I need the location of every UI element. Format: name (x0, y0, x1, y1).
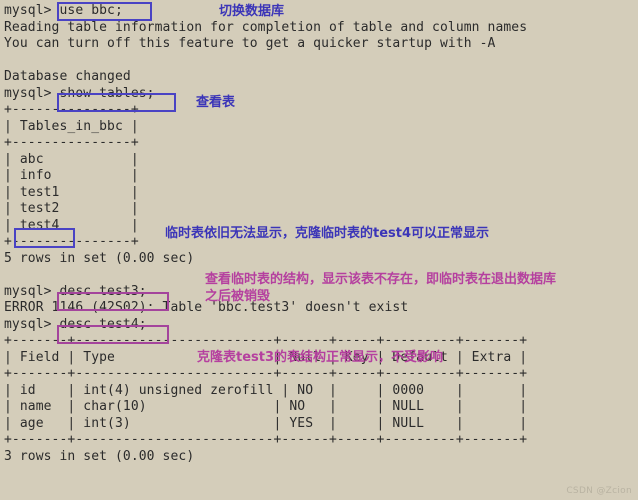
desc-separator-top: +-------+-------------------------+-----… (4, 333, 528, 348)
annotation-temp-table-note: 临时表依旧无法显示，克隆临时表的test4可以正常显示 (165, 226, 490, 241)
table-row: | name | char(10) | NO | | NULL | | (4, 399, 528, 414)
desc-separator-bottom: +-------+-------------------------+-----… (4, 432, 528, 447)
message-reading-info: Reading table information for completion… (4, 19, 528, 35)
table-row: | age | int(3) | YES | | NULL | | (4, 415, 528, 431)
table-row: | id | int(4) unsigned zerofill | NO | |… (4, 382, 528, 398)
annotation-clone-structure-note: 克隆表test3的表结构正常显示，不受影响 (197, 350, 444, 365)
prompt-line-use-bbc: mysql> use bbc; (4, 3, 123, 18)
prompt-line-show-tables: mysql> show tables; (4, 85, 155, 101)
tables-separator-top: +---------------+ (4, 102, 139, 117)
prompt-line-desc-test4: mysql> desc test4; (4, 316, 147, 332)
tables-separator-mid: +---------------+ (4, 135, 139, 150)
table-row: | test2 | (4, 201, 139, 216)
watermark-label: CSDN @Zcion (566, 486, 632, 496)
table-row: | abc | (4, 151, 139, 167)
annotation-temp-structure-note: 查看临时表的结构，显示该表不存在，即临时表在退出数据库 之后被销毁 (205, 272, 557, 304)
tables-header-row: | Tables_in_bbc | (4, 118, 139, 134)
table-row: | info | (4, 168, 139, 183)
annotation-view-tables: 查看表 (196, 95, 236, 110)
desc-separator-mid: +-------+-------------------------+-----… (4, 366, 528, 381)
table-row: | test1 | (4, 184, 139, 200)
annotation-switch-database: 切换数据库 (219, 4, 285, 19)
desc-row-count: 3 rows in set (0.00 sec) (4, 448, 195, 464)
message-database-changed: Database changed (4, 69, 131, 84)
terminal-window: mysql> use bbc; Reading table informatio… (0, 0, 638, 500)
message-turn-off-hint: You can turn off this feature to get a q… (4, 36, 496, 51)
tables-row-count: 5 rows in set (0.00 sec) (4, 250, 195, 266)
